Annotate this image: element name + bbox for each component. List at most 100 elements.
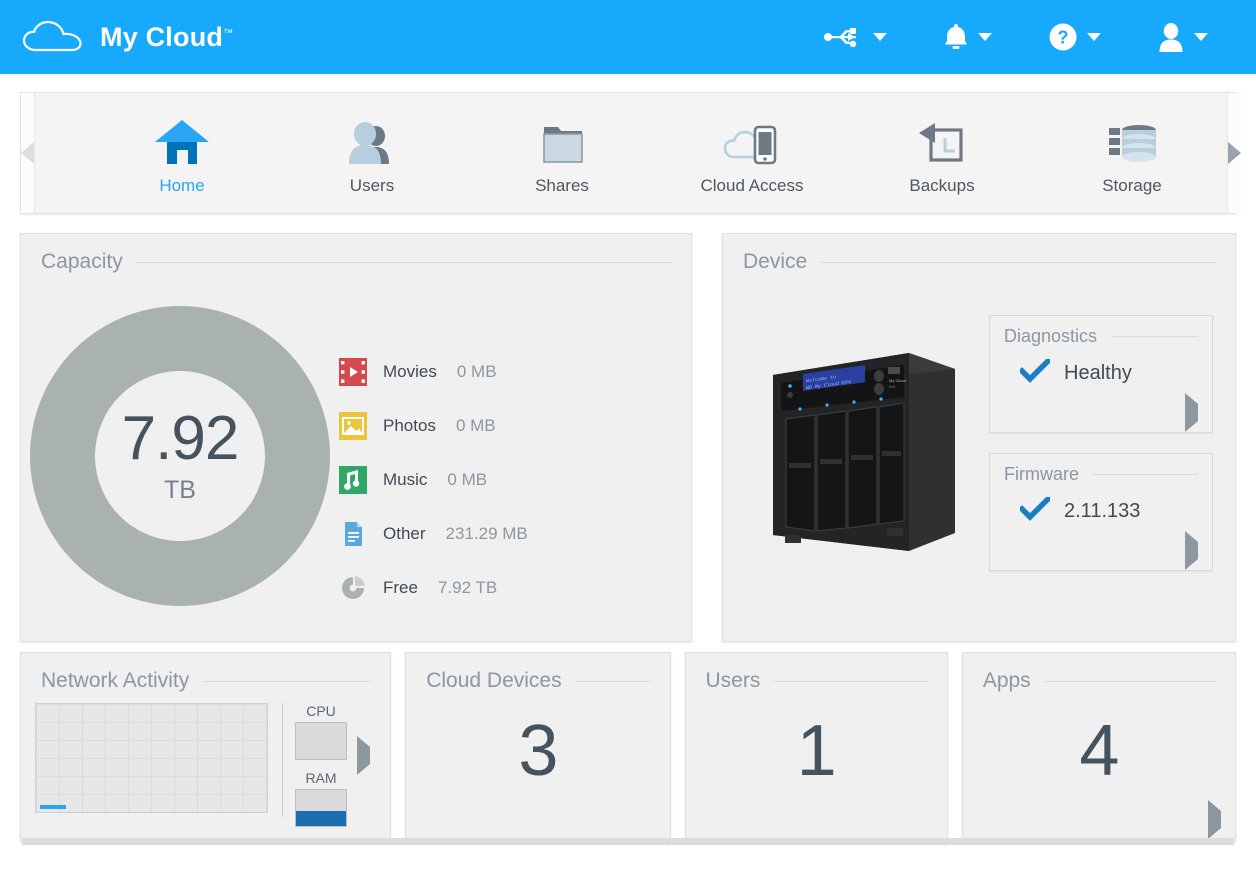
- legend-item[interactable]: Photos 0 MB: [339, 412, 528, 440]
- diagnostics-card[interactable]: Diagnostics Healthy: [989, 315, 1213, 433]
- nav-items: Home Users Shares Cloud Access Backups S…: [35, 93, 1227, 213]
- nav-scroll-right[interactable]: [1227, 93, 1241, 213]
- legend-label: Photos: [383, 416, 436, 435]
- legend-value: 0 MB: [456, 362, 497, 381]
- svg-text:My Cloud: My Cloud: [889, 378, 906, 383]
- apps-more-button[interactable]: [1208, 800, 1222, 839]
- network-title: Network Activity: [41, 669, 190, 692]
- network-header: Network Activity: [21, 653, 390, 693]
- legend-value: 231.29 MB: [445, 524, 528, 543]
- help-menu[interactable]: ?: [1048, 22, 1101, 52]
- capacity-value: 7.92: [121, 403, 240, 473]
- cloud-devices-widget[interactable]: Cloud Devices 3: [405, 652, 671, 842]
- apps-widget[interactable]: Apps 4: [961, 652, 1237, 842]
- music-icon: [339, 466, 367, 494]
- storage-icon: [1103, 111, 1161, 167]
- divider: [282, 703, 283, 817]
- app-title: My Cloud™: [100, 21, 234, 52]
- diagnostics-more-button[interactable]: [1185, 393, 1198, 432]
- nav-scroll-left[interactable]: [21, 93, 35, 213]
- title-divider: [575, 680, 650, 682]
- cpu-label: CPU: [306, 703, 336, 719]
- network-more-button[interactable]: [357, 736, 370, 775]
- user-icon: [1159, 23, 1183, 52]
- nav-item-storage[interactable]: Storage: [1037, 111, 1227, 196]
- nav-item-cloud-access[interactable]: Cloud Access: [657, 111, 847, 196]
- nav-label-shares: Shares: [535, 175, 589, 195]
- help-icon: ?: [1049, 23, 1077, 51]
- nav-label-backups: Backups: [909, 175, 975, 195]
- capacity-title: Capacity: [41, 250, 123, 273]
- app-header: My Cloud™ ?: [0, 0, 1256, 74]
- check-icon: [1018, 357, 1052, 388]
- chevron-right-icon: [357, 736, 370, 775]
- chevron-down-icon: [873, 33, 887, 41]
- cloud-devices-header: Cloud Devices: [406, 653, 669, 693]
- ram-fill: [296, 810, 346, 826]
- chevron-down-icon: [1194, 33, 1208, 41]
- header-tools: ?: [824, 22, 1234, 52]
- device-status-cards: Diagnostics Healthy Firmware 2.11.133: [989, 282, 1219, 604]
- usb-menu[interactable]: [824, 26, 887, 48]
- legend-item[interactable]: Music 0 MB: [339, 466, 528, 494]
- title-divider: [203, 680, 371, 682]
- capacity-panel: Capacity 7.92 TB Movies 0 MB Photos 0 MB…: [20, 233, 692, 642]
- legend-label: Movies: [383, 362, 437, 381]
- users-icon: [343, 111, 401, 167]
- movies-icon: [339, 358, 367, 386]
- legend-item[interactable]: Other 231.29 MB: [339, 520, 528, 548]
- diagnostics-title: Diagnostics: [1004, 326, 1098, 346]
- device-panel: Device Welcome to WD My Cloud EX4 My Clo…: [722, 233, 1236, 642]
- brand[interactable]: My Cloud™: [22, 19, 233, 55]
- cpu-meter: CPU: [295, 703, 347, 760]
- bottom-scroll-shadow: [22, 838, 1234, 845]
- check-icon: [1018, 495, 1052, 526]
- legend-item[interactable]: Movies 0 MB: [339, 358, 528, 386]
- firmware-header: Firmware: [990, 454, 1212, 485]
- home-icon: [153, 111, 211, 167]
- cpu-gauge: [295, 722, 347, 760]
- photos-icon: [339, 412, 367, 440]
- trademark: ™: [223, 27, 234, 39]
- users-widget[interactable]: Users 1: [684, 652, 948, 842]
- title-divider: [1111, 336, 1198, 337]
- main-navigation: Home Users Shares Cloud Access Backups S…: [20, 92, 1241, 214]
- chevron-left-icon: [21, 142, 34, 164]
- device-title: Device: [743, 250, 808, 273]
- title-divider: [1044, 680, 1216, 682]
- firmware-more-button[interactable]: [1185, 531, 1198, 570]
- title-divider: [1093, 474, 1198, 475]
- account-menu[interactable]: [1157, 22, 1208, 52]
- nav-item-backups[interactable]: Backups: [847, 111, 1037, 196]
- bell-icon: [945, 24, 967, 49]
- cloud-phone-icon: [723, 111, 781, 167]
- firmware-title: Firmware: [1004, 464, 1079, 484]
- chevron-right-icon: [1185, 393, 1198, 432]
- nav-item-users[interactable]: Users: [277, 111, 467, 196]
- nav-label-home: Home: [159, 175, 205, 195]
- capacity-chart: 7.92 TB: [21, 292, 339, 606]
- nav-item-home[interactable]: Home: [87, 111, 277, 196]
- nav-label-storage: Storage: [1102, 175, 1162, 195]
- legend-value: 0 MB: [447, 470, 488, 489]
- legend-item[interactable]: Free 7.92 TB: [339, 574, 528, 602]
- capacity-header: Capacity: [21, 234, 691, 274]
- nav-label-cloud-access: Cloud Access: [700, 175, 804, 195]
- nav-item-shares[interactable]: Shares: [467, 111, 657, 196]
- firmware-card[interactable]: Firmware 2.11.133: [989, 453, 1213, 571]
- diagnostics-status: Healthy: [990, 347, 1212, 388]
- title-divider: [774, 680, 927, 682]
- legend-label: Music: [383, 470, 428, 489]
- users-title: Users: [705, 669, 761, 692]
- device-header: Device: [723, 234, 1235, 274]
- network-activity-widget[interactable]: Network Activity CPU RAM: [20, 652, 392, 842]
- apps-count: 4: [1079, 711, 1119, 791]
- network-sparkline: [40, 805, 66, 809]
- users-header: Users: [686, 653, 947, 693]
- firmware-status: 2.11.133: [990, 485, 1212, 526]
- chevron-down-icon: [1087, 33, 1101, 41]
- nas-device-image: Welcome to WD My Cloud EX4 My Cloud EX4: [739, 282, 989, 604]
- notifications-menu[interactable]: [943, 22, 992, 52]
- network-body: CPU RAM: [21, 693, 390, 827]
- svg-text:EX4: EX4: [889, 385, 896, 389]
